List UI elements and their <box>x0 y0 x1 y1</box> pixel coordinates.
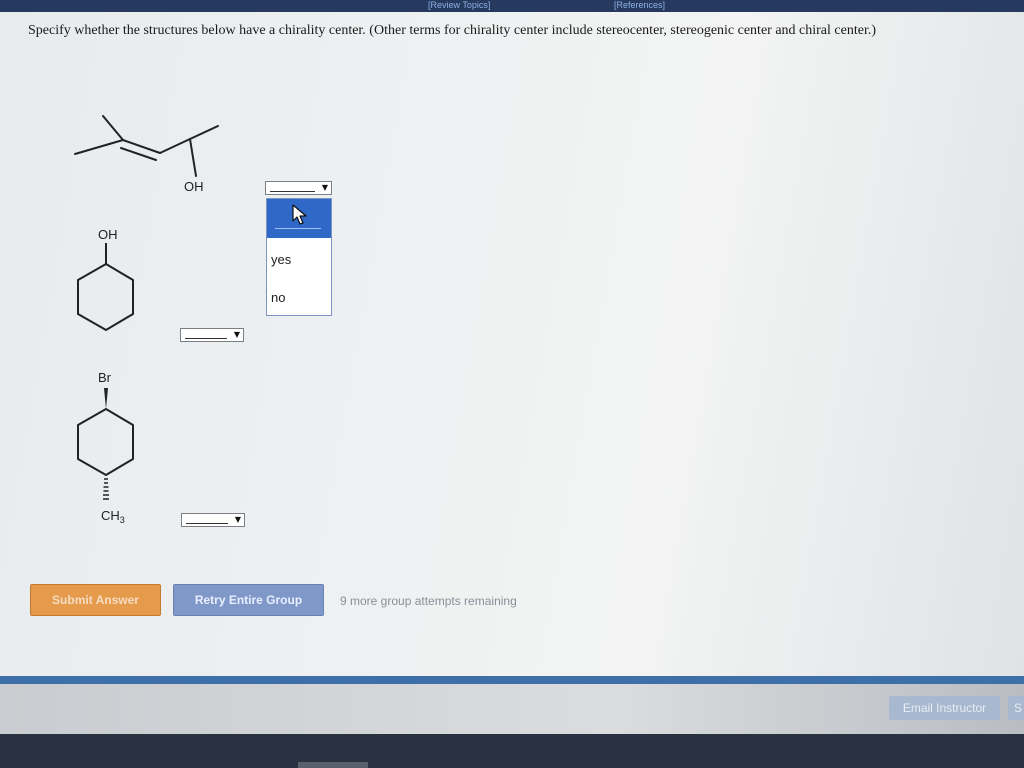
structure-3-bottom-label: CH3 <box>101 508 125 525</box>
dropdown-option-no[interactable]: no <box>271 290 285 305</box>
structure-3-select[interactable]: ▼ <box>181 513 245 527</box>
structure-1-select[interactable]: ▼ <box>265 181 332 195</box>
wedge-bond <box>104 388 108 409</box>
footer-bar: Email Instructor S <box>0 684 1024 734</box>
dropdown-option-yes[interactable]: yes <box>271 252 291 267</box>
edge-button[interactable]: S <box>1008 696 1024 720</box>
blank-option-line <box>275 228 321 229</box>
structure-3 <box>77 408 134 476</box>
screen: [Review Topics] [References] Specify whe… <box>0 0 1024 768</box>
structure-3-top-label: Br <box>98 370 112 385</box>
structure-2 <box>77 243 134 331</box>
bond-line <box>74 139 124 155</box>
references-link[interactable]: [References] <box>614 0 665 10</box>
cyclohexane-ring <box>77 408 134 476</box>
question-panel: Specify whether the structures below hav… <box>0 12 1024 676</box>
email-instructor-button[interactable]: Email Instructor <box>889 696 1000 720</box>
bond-line <box>189 138 197 177</box>
bezel-tab <box>298 762 368 768</box>
dropdown-arrow-icon: ▼ <box>321 183 328 192</box>
attempts-remaining-text: 9 more group attempts remaining <box>340 594 517 608</box>
dropdown-arrow-icon: ▼ <box>233 330 240 339</box>
structure-1 <box>74 115 219 177</box>
cyclohexane-ring <box>77 263 134 331</box>
mouse-pointer-icon <box>292 204 307 225</box>
structures-canvas: OH OH Br CH3 <box>74 115 219 525</box>
top-bar: [Review Topics] [References] <box>0 0 1024 12</box>
structure-2-select[interactable]: ▼ <box>180 328 244 342</box>
structure-1-label: OH <box>184 179 204 194</box>
bond-line <box>189 125 219 140</box>
select-blank-value <box>185 338 227 339</box>
bond-line <box>159 138 191 154</box>
select-blank-value <box>186 523 228 524</box>
retry-entire-group-button[interactable]: Retry Entire Group <box>173 584 324 616</box>
review-topics-link[interactable]: [Review Topics] <box>428 0 490 10</box>
submit-answer-button[interactable]: Submit Answer <box>30 584 161 616</box>
structure-2-label: OH <box>98 227 118 242</box>
select-blank-value <box>270 191 315 192</box>
dropdown-arrow-icon: ▼ <box>234 515 241 524</box>
bond-line <box>102 115 124 141</box>
divider-bar <box>0 676 1024 684</box>
hashed-bond <box>103 478 109 500</box>
monitor-bezel <box>0 734 1024 768</box>
